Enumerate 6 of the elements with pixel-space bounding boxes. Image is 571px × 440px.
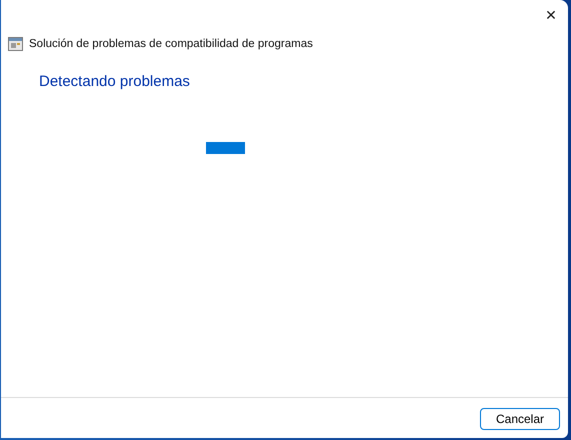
window-title: Solución de problemas de compatibilidad de programas <box>29 38 313 50</box>
cancel-button[interactable]: Cancelar <box>480 408 560 430</box>
progress-marquee <box>206 142 245 154</box>
close-button[interactable]: ✕ <box>534 6 568 26</box>
page-heading: Detectando problemas <box>39 73 191 90</box>
window-app-icon <box>8 37 23 51</box>
